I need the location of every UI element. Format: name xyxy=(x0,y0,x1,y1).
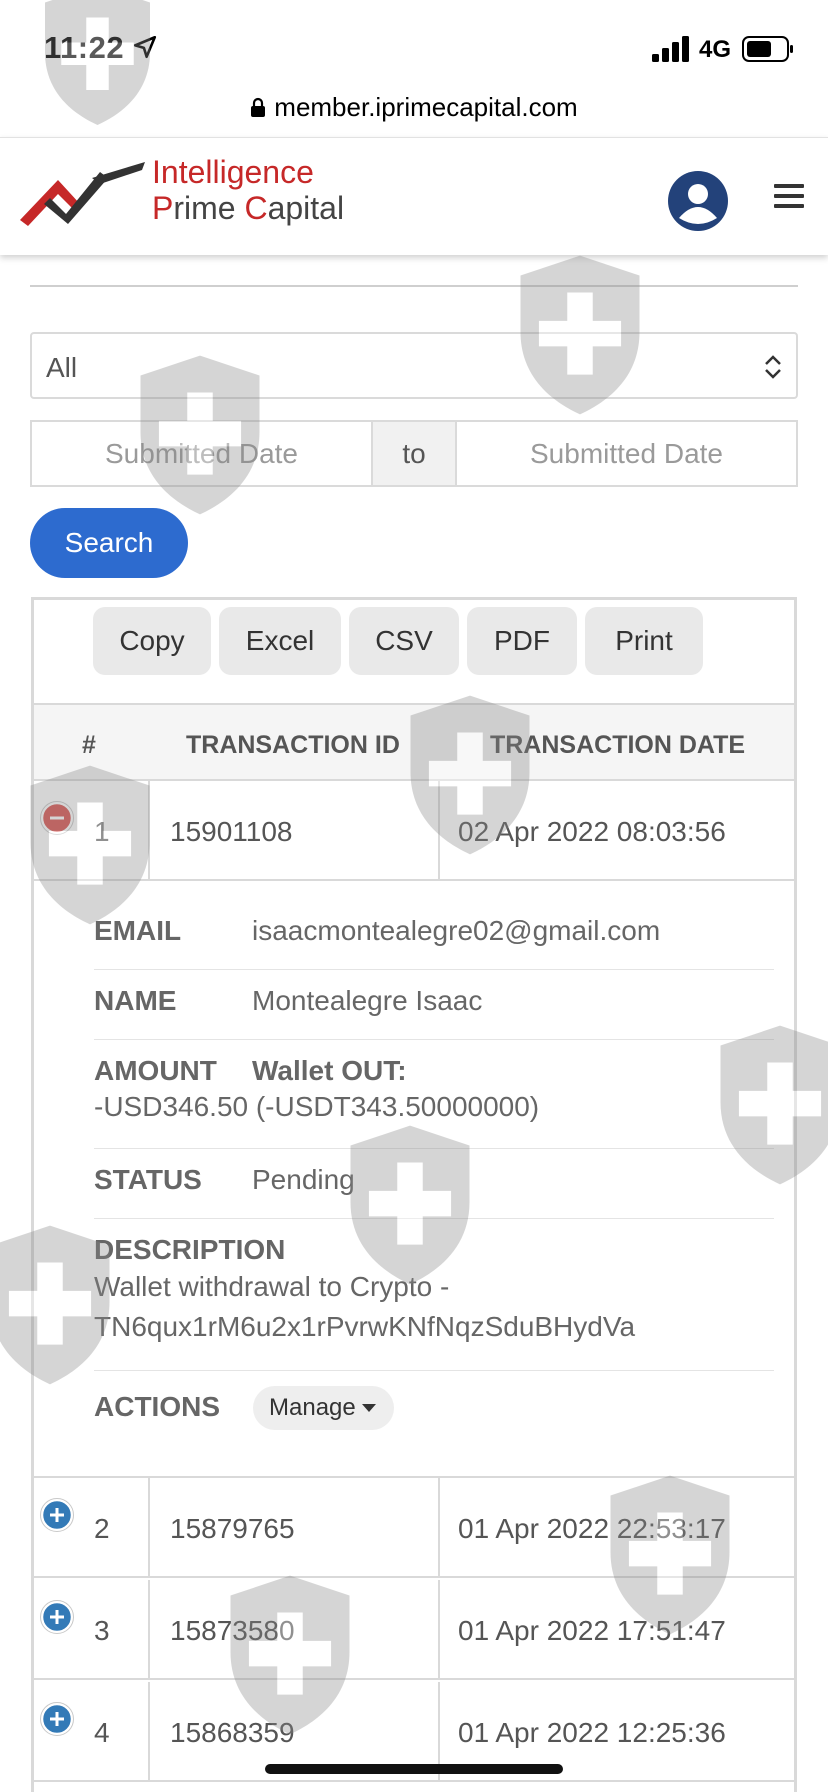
status-label: STATUS xyxy=(94,1164,202,1195)
transactions-table: Copy Excel CSV PDF Print # TRANSACTION I… xyxy=(31,597,797,1792)
battery-icon xyxy=(742,36,793,62)
cell-transaction-date: 02 Apr 2022 08:03:56 xyxy=(458,816,726,847)
cell-transaction-date: 01 Apr 2022 22:53:17 xyxy=(458,1513,726,1544)
name-label: NAME xyxy=(94,985,177,1016)
excel-button[interactable]: Excel xyxy=(219,607,341,675)
row-index: 2 xyxy=(94,1513,110,1544)
amount-value: -USD346.50 (-USDT343.50000000) xyxy=(94,1091,540,1122)
table-row[interactable]: 1 15901108 02 Apr 2022 08:03:56 xyxy=(34,781,794,881)
caret-down-icon xyxy=(361,1404,376,1412)
description-label: DESCRIPTION xyxy=(94,1234,286,1265)
csv-button[interactable]: CSV xyxy=(349,607,459,675)
brand-line-1: Intelligence xyxy=(152,154,314,190)
address-bar[interactable]: member.iprimecapital.com xyxy=(0,92,828,136)
email-label: EMAIL xyxy=(94,915,182,946)
header-transaction-date[interactable]: TRANSACTION DATE xyxy=(490,731,745,760)
brand-name[interactable]: Intelligence Prime Capital xyxy=(152,154,344,226)
user-avatar-icon[interactable] xyxy=(667,170,729,232)
description-line-1: Wallet withdrawal to Crypto - xyxy=(94,1271,450,1302)
collapse-row-icon[interactable] xyxy=(40,801,74,835)
name-value: Montealegre Isaac xyxy=(252,985,483,1016)
cell-index: 2 xyxy=(34,1478,150,1576)
row-detail: EMAIL isaacmontealegre02@gmail.com NAME … xyxy=(34,883,794,1478)
detail-divider xyxy=(94,1148,774,1149)
date-range: Submitted Date to Submitted Date xyxy=(30,420,798,487)
actions-label: ACTIONS xyxy=(94,1391,220,1422)
status-bar: 11:22 4G xyxy=(0,0,828,92)
section-divider xyxy=(30,285,798,287)
detail-divider xyxy=(94,1218,774,1219)
pdf-button[interactable]: PDF xyxy=(467,607,577,675)
hamburger-menu-icon[interactable] xyxy=(774,182,804,210)
row-index: 1 xyxy=(94,816,110,847)
table-row[interactable]: 2 15879765 01 Apr 2022 22:53:17 xyxy=(34,1478,794,1578)
detail-divider xyxy=(94,1039,774,1040)
lock-icon xyxy=(251,97,266,117)
network-type: 4G xyxy=(699,36,732,63)
clock: 11:22 xyxy=(44,30,125,65)
cell-transaction-id: 15901108 xyxy=(150,781,440,879)
amount-type: Wallet OUT: xyxy=(252,1055,407,1086)
status-value: Pending xyxy=(252,1164,355,1195)
row-index: 3 xyxy=(94,1615,110,1646)
filter-select[interactable]: All xyxy=(30,332,798,399)
cell-index: 1 xyxy=(34,781,150,879)
date-to-label: to xyxy=(373,420,455,487)
date-from-input[interactable]: Submitted Date xyxy=(30,420,373,487)
cell-transaction-id: 15873580 xyxy=(150,1580,440,1678)
row-index: 4 xyxy=(94,1717,110,1748)
detail-divider xyxy=(94,969,774,970)
cell-index: 3 xyxy=(34,1580,150,1678)
table-header: # TRANSACTION ID TRANSACTION DATE xyxy=(34,703,794,781)
expand-row-icon[interactable] xyxy=(40,1498,74,1532)
brand-line-2: Prime Capital xyxy=(152,190,345,226)
cell-transaction-date: 01 Apr 2022 12:25:36 xyxy=(458,1717,726,1748)
expand-row-icon[interactable] xyxy=(40,1702,74,1736)
manage-dropdown-button[interactable]: Manage xyxy=(253,1386,394,1430)
export-toolbar: Copy Excel CSV PDF Print xyxy=(34,600,794,703)
filter-select-value: All xyxy=(46,352,78,383)
description-line-2: TN6qux1rM6u2x1rPvrwKNfNqzSduBHydVa xyxy=(94,1311,636,1342)
date-to-input[interactable]: Submitted Date xyxy=(455,420,798,487)
location-arrow-icon xyxy=(133,35,157,59)
print-button[interactable]: Print xyxy=(585,607,703,675)
brand-logo-mark[interactable] xyxy=(20,158,145,230)
site-header: Intelligence Prime Capital xyxy=(0,137,828,255)
search-button[interactable]: Search xyxy=(30,508,188,578)
cell-transaction-id: 15879765 xyxy=(150,1478,440,1576)
expand-row-icon[interactable] xyxy=(40,1600,74,1634)
table-row[interactable]: 3 15873580 01 Apr 2022 17:51:47 xyxy=(34,1580,794,1680)
email-value: isaacmontealegre02@gmail.com xyxy=(252,915,661,946)
select-chevron-icon xyxy=(765,355,781,379)
cell-index: 4 xyxy=(34,1682,150,1780)
signal-icon xyxy=(652,36,689,62)
home-indicator[interactable] xyxy=(265,1764,563,1774)
copy-button[interactable]: Copy xyxy=(93,607,211,675)
cell-transaction-date: 01 Apr 2022 17:51:47 xyxy=(458,1615,726,1646)
detail-divider xyxy=(94,1370,774,1371)
header-transaction-id[interactable]: TRANSACTION ID xyxy=(186,731,400,760)
amount-label: AMOUNT xyxy=(94,1055,217,1086)
url-text: member.iprimecapital.com xyxy=(274,92,578,122)
header-index[interactable]: # xyxy=(82,731,96,760)
